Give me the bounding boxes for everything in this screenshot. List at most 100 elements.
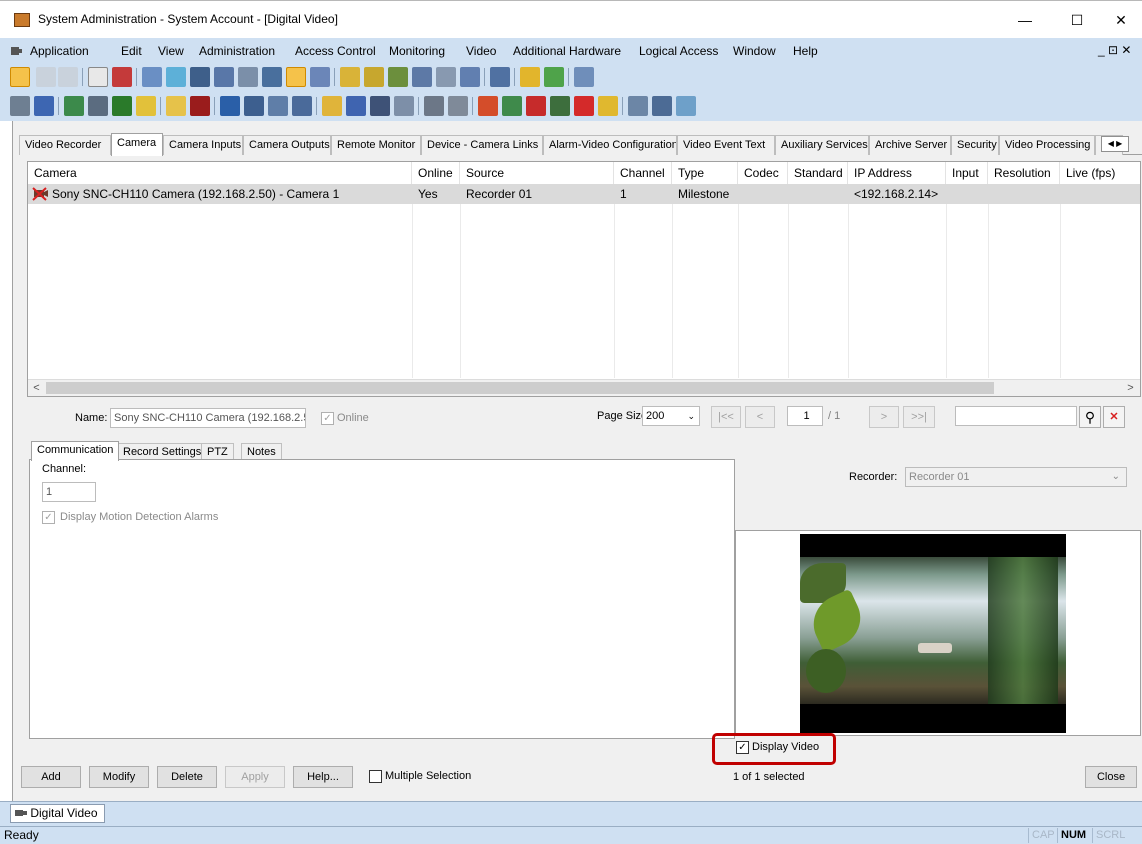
multiple-selection-checkbox[interactable] [369,770,382,783]
column-header-online[interactable]: Online [412,162,460,184]
tab-archive-server[interactable]: Archive Server [869,135,951,155]
tab-remote-monitor[interactable]: Remote Monitor [331,135,421,155]
toolbar-recorder-icon[interactable] [448,96,468,116]
channel-field[interactable]: 1 [42,482,96,502]
scrollbar-thumb[interactable] [46,382,994,394]
column-header-camera[interactable]: Camera [28,162,412,184]
toolbar-event-icon[interactable] [478,96,498,116]
toolbar-workstations-icon[interactable] [286,67,306,87]
last-page-button[interactable]: >>| [903,406,935,428]
toolbar-access-levels-icon[interactable] [190,67,210,87]
name-field[interactable]: Sony SNC-CH110 Camera (192.168.2.5 [110,408,306,428]
apply-button[interactable]: Apply [225,766,285,788]
modify-button[interactable]: Modify [89,766,149,788]
toolbar-intrusion-icon[interactable] [220,96,240,116]
toolbar-reader-icon[interactable] [88,96,108,116]
toolbar-network-icon[interactable] [574,67,594,87]
toolbar-users-icon[interactable] [10,67,30,87]
tab-video-processing[interactable]: Video Processing [999,135,1095,155]
tab-auxiliary-services[interactable]: Auxiliary Services [775,135,869,155]
toolbar-users-group-icon[interactable] [370,96,390,116]
tab-device-camera-links[interactable]: Device - Camera Links [421,135,543,155]
tab-security[interactable]: Security [951,135,999,155]
toolbar-camera-icon[interactable] [424,96,444,116]
toolbar-route-icon[interactable] [676,96,696,116]
tab-ptz-settings[interactable]: PTZ [201,443,234,460]
toolbar-badge-icon[interactable] [214,67,234,87]
tab-record-settings[interactable]: Record Settings [117,443,208,460]
toolbar-intercom-icon[interactable] [244,96,264,116]
toolbar-add-person-icon[interactable] [526,96,546,116]
toolbar-monitor-icon[interactable] [310,67,330,87]
menu-monitoring[interactable]: Monitoring [389,44,445,58]
toolbar-video-icon[interactable] [490,67,510,87]
menu-view[interactable]: View [158,44,184,58]
search-input[interactable] [955,406,1077,426]
tab-notes[interactable]: Notes [241,443,282,460]
toolbar-target-icon[interactable] [574,96,594,116]
menu-additional-hardware[interactable]: Additional Hardware [513,44,621,58]
page-size-select[interactable]: 200 ⌄ [642,406,700,426]
toolbar-scheduler-icon[interactable] [460,67,480,87]
scroll-left-button[interactable]: < [28,380,45,396]
column-header-type[interactable]: Type [672,162,738,184]
search-icon[interactable]: ⚲ [1079,406,1101,428]
toolbar-alarm-config-icon[interactable] [340,67,360,87]
page-number-field[interactable]: 1 [787,406,823,426]
toolbar-system-options-icon[interactable] [262,67,282,87]
column-header-codec[interactable]: Codec [738,162,788,184]
column-header-ip-address[interactable]: IP Address [848,162,946,184]
toolbar-folder-icon[interactable] [598,96,618,116]
toolbar-permissions-icon[interactable] [394,96,414,116]
online-checkbox[interactable]: ✓ [321,412,334,425]
toolbar-fire-icon[interactable] [166,96,186,116]
clear-search-icon[interactable]: ✕ [1103,406,1125,428]
table-row[interactable]: Sony SNC-CH110 Camera (192.168.2.50) - C… [28,184,1140,204]
horizontal-scrollbar[interactable]: < > [28,379,1140,396]
menu-help[interactable]: Help [793,44,818,58]
tab-alarm-video-configuration[interactable]: Alarm-Video Configuration [543,135,677,155]
toolbar-panel-icon[interactable] [64,96,84,116]
toolbar-personal-safety-icon[interactable] [268,96,288,116]
menu-edit[interactable]: Edit [121,44,142,58]
minimize-button[interactable]: — [1002,7,1048,33]
toolbar-alarm-monitor-icon[interactable] [364,67,384,87]
toolbar-device-icon[interactable] [550,96,570,116]
toolbar-reports-icon[interactable] [412,67,432,87]
menu-video[interactable]: Video [466,44,496,58]
toolbar-help-icon[interactable] [88,67,108,87]
menu-application[interactable]: Application [30,44,89,58]
column-header-input[interactable]: Input [946,162,988,184]
previous-page-button[interactable]: < [745,406,775,428]
menu-access-control[interactable]: Access Control [295,44,376,58]
toolbar-area-icon[interactable] [388,67,408,87]
column-header-channel[interactable]: Channel [614,162,672,184]
help-button[interactable]: Help... [293,766,353,788]
tab-camera[interactable]: Camera [111,133,163,156]
next-page-button[interactable]: > [869,406,899,428]
tab-video-recorder[interactable]: Video Recorder [19,135,111,155]
mdi-window-buttons[interactable]: _ ⊡ ✕ [1098,43,1131,57]
column-header-resolution[interactable]: Resolution [988,162,1060,184]
toolbar-cardholders-icon[interactable] [142,67,162,87]
toolbar-display-icon[interactable] [436,67,456,87]
toolbar-card-format-icon[interactable] [238,67,258,87]
toolbar-context-help-icon[interactable] [112,67,132,87]
first-page-button[interactable]: |<< [711,406,741,428]
close-window-button[interactable]: ✕ [1098,7,1142,33]
toolbar-visitors-icon[interactable] [166,67,186,87]
toolbar-print-icon[interactable] [58,67,78,87]
toolbar-alarm-icon[interactable] [322,96,342,116]
column-header-standard[interactable]: Standard [788,162,848,184]
toolbar-led-icon[interactable] [502,96,522,116]
toolbar-transfer-icon[interactable] [652,96,672,116]
toolbar-output-icon[interactable] [136,96,156,116]
motion-alarms-checkbox[interactable]: ✓ [42,511,55,524]
document-tab-digital-video[interactable]: Digital Video [10,804,105,823]
toolbar-timezone-icon[interactable] [520,67,540,87]
recorder-select[interactable]: Recorder 01 ⌄ [905,467,1127,487]
maximize-button[interactable]: ☐ [1054,7,1100,33]
tab-communication[interactable]: Communication [31,441,120,461]
column-header-live-fps[interactable]: Live (fps) [1060,162,1140,184]
add-button[interactable]: Add [21,766,81,788]
